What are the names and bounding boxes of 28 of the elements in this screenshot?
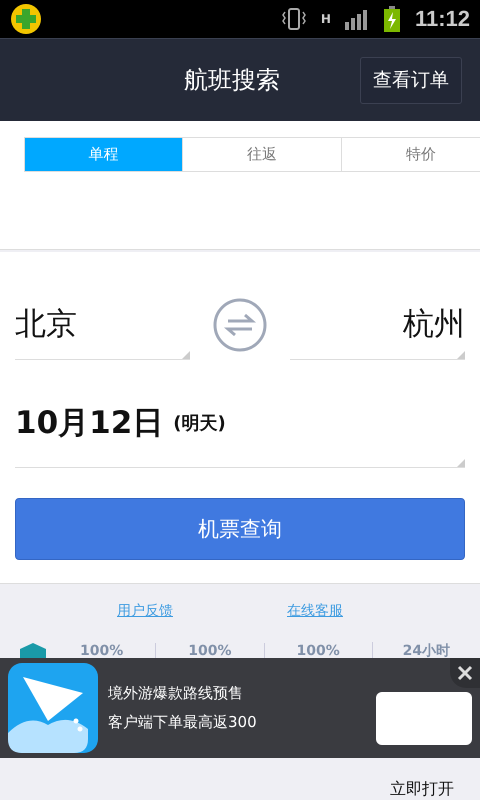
page-title: 航班搜索 xyxy=(184,65,280,96)
close-icon xyxy=(457,665,473,681)
footer-link[interactable]: 用户反馈 xyxy=(117,602,173,620)
departure-city-field[interactable]: 北京 xyxy=(15,289,190,360)
app-logo-icon xyxy=(10,3,42,35)
arrival-city-field[interactable]: 杭州 xyxy=(290,289,465,360)
trip-type-tab[interactable]: 特价 xyxy=(342,137,480,172)
network-type: H xyxy=(320,13,331,25)
close-button[interactable] xyxy=(450,658,480,688)
date-value: 10月12日 xyxy=(15,404,164,443)
open-app-label[interactable]: 立即打开 xyxy=(390,779,454,800)
paper-plane-app-icon xyxy=(8,663,98,753)
trip-type-tab[interactable]: 往返 xyxy=(183,137,342,172)
search-flights-button[interactable]: 机票查询 xyxy=(15,498,465,560)
guarantee-stat: 100% xyxy=(78,643,124,659)
battery-icon xyxy=(382,6,401,32)
clock-time: 11:12 xyxy=(414,6,470,32)
date-field[interactable]: 10月12日 (明天) xyxy=(15,379,465,468)
footer-link[interactable]: 在线客服 xyxy=(287,602,343,620)
dropdown-corner-icon xyxy=(457,459,465,467)
view-orders-button[interactable]: 查看订单 xyxy=(360,56,462,104)
signal-icon xyxy=(344,8,369,30)
trip-type-tab[interactable]: 单程 xyxy=(24,137,183,172)
promo-title: 境外游爆款路线预售 xyxy=(108,684,244,703)
swap-icon[interactable] xyxy=(212,296,268,352)
vibrate-icon xyxy=(280,6,307,32)
date-hint: (明天) xyxy=(173,412,226,435)
promo-subtitle: 客户端下单最高返300 xyxy=(108,713,257,732)
